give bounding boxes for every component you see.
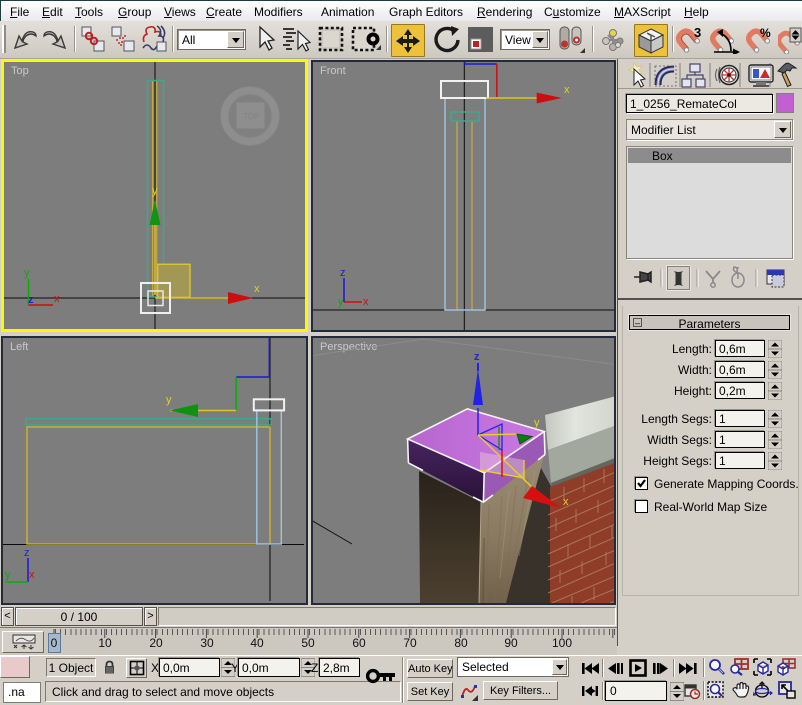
svg-text:z: z xyxy=(24,547,30,559)
svg-text:y: y xyxy=(534,417,540,429)
svg-text:y: y xyxy=(338,296,344,308)
svg-text:x: x xyxy=(563,496,569,508)
svg-text:x: x xyxy=(254,283,260,295)
svg-text:x: x xyxy=(564,84,570,96)
svg-text:y: y xyxy=(166,394,172,406)
svg-text:x: x xyxy=(29,569,35,581)
svg-text:%: % xyxy=(760,26,771,40)
svg-text:y: y xyxy=(5,569,11,581)
svg-text:z: z xyxy=(340,267,346,279)
svg-text:3: 3 xyxy=(694,26,701,40)
svg-text:z: z xyxy=(28,294,34,306)
svg-text:TOP: TOP xyxy=(243,112,259,121)
svg-text:y: y xyxy=(152,185,158,197)
svg-text:z: z xyxy=(474,351,480,363)
svg-text:x: x xyxy=(363,296,369,308)
svg-text:x: x xyxy=(54,293,60,305)
svg-text:y: y xyxy=(24,267,30,279)
